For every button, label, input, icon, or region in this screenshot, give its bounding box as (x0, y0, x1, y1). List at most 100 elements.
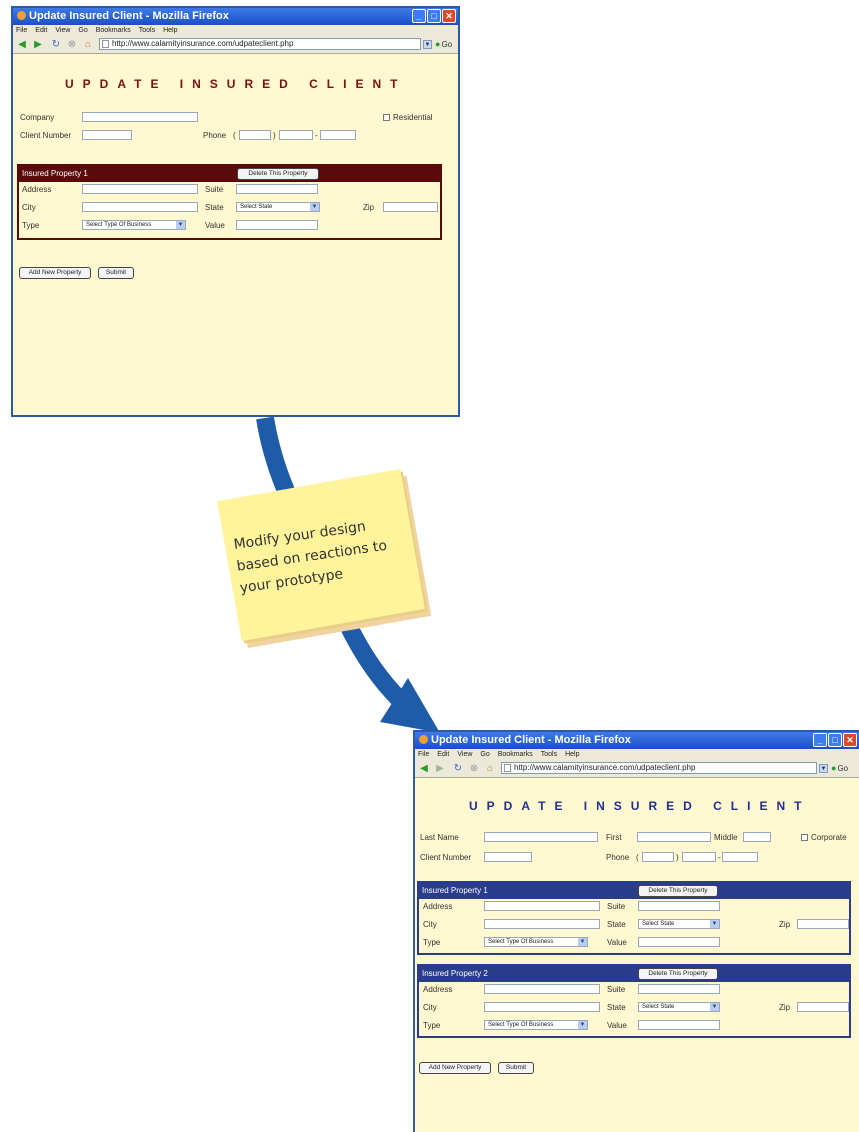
submit-button[interactable]: Submit (98, 267, 134, 279)
url-dropdown-icon[interactable]: ▼ (819, 764, 828, 774)
page-title: UPDATE INSURED CLIENT (65, 77, 407, 91)
chevron-down-icon: ▼ (176, 221, 185, 229)
menu-edit[interactable]: Edit (437, 751, 449, 758)
home-icon[interactable]: ⌂ (83, 40, 93, 50)
zip-input[interactable] (797, 1002, 849, 1012)
close-icon[interactable]: ✕ (843, 733, 857, 747)
city-label: City (423, 1003, 437, 1012)
page-icon (102, 40, 109, 48)
client-number-input[interactable] (484, 852, 532, 862)
city-label: City (423, 920, 437, 929)
middle-name-input[interactable] (743, 832, 771, 842)
phone-open-paren: ( (233, 131, 236, 140)
url-dropdown-icon[interactable]: ▼ (423, 40, 432, 50)
value-input[interactable] (638, 1020, 720, 1030)
stop-icon[interactable]: ⊗ (67, 40, 77, 50)
menu-bookmarks[interactable]: Bookmarks (96, 27, 131, 34)
url-text: http://www.calamityinsurance.com/udpatec… (514, 763, 696, 772)
delete-property-button[interactable]: Delete This Property (638, 968, 718, 980)
phone-close-paren: ) (273, 131, 276, 140)
zip-input[interactable] (797, 919, 849, 929)
forward-icon[interactable]: ▶ (33, 40, 43, 50)
property-panel-2: Insured Property 2 Delete This Property … (417, 964, 851, 1038)
value-input[interactable] (236, 220, 318, 230)
maximize-icon[interactable]: □ (828, 733, 842, 747)
minimize-icon[interactable]: _ (813, 733, 827, 747)
forward-icon[interactable]: ▶ (435, 764, 445, 774)
url-bar[interactable]: http://www.calamityinsurance.com/udpatec… (501, 762, 817, 774)
add-new-property-button[interactable]: Add New Property (19, 267, 91, 279)
state-select[interactable]: Select State ▼ (638, 919, 720, 929)
first-name-input[interactable] (637, 832, 711, 842)
phone-area-input[interactable] (642, 852, 674, 862)
go-button[interactable]: ▼ ●Go (423, 39, 452, 50)
reload-icon[interactable]: ↻ (453, 764, 463, 774)
menu-file[interactable]: File (16, 27, 27, 34)
menu-tools[interactable]: Tools (139, 27, 155, 34)
delete-property-button[interactable]: Delete This Property (638, 885, 718, 897)
menu-file[interactable]: File (418, 751, 429, 758)
close-icon[interactable]: ✕ (442, 9, 456, 23)
residential-label: Residential (393, 113, 433, 122)
suite-input[interactable] (236, 184, 318, 194)
suite-input[interactable] (638, 984, 720, 994)
company-input[interactable] (82, 112, 198, 122)
city-input[interactable] (484, 919, 600, 929)
city-label: City (22, 203, 36, 212)
last-name-input[interactable] (484, 832, 598, 842)
residential-checkbox[interactable] (383, 114, 390, 121)
city-input[interactable] (82, 202, 198, 212)
value-input[interactable] (638, 937, 720, 947)
phone-prefix-input[interactable] (279, 130, 313, 140)
delete-property-button[interactable]: Delete This Property (237, 168, 319, 180)
reload-icon[interactable]: ↻ (51, 40, 61, 50)
phone-close-paren: ) (676, 853, 679, 862)
phone-line-input[interactable] (722, 852, 758, 862)
client-number-label: Client Number (420, 853, 472, 862)
back-icon[interactable]: ◀ (17, 40, 27, 50)
menu-edit[interactable]: Edit (35, 27, 47, 34)
address-input[interactable] (484, 901, 600, 911)
address-input[interactable] (484, 984, 600, 994)
menu-go[interactable]: Go (78, 27, 87, 34)
menu-view[interactable]: View (457, 751, 472, 758)
address-input[interactable] (82, 184, 198, 194)
menu-help[interactable]: Help (565, 751, 579, 758)
client-number-input[interactable] (82, 130, 132, 140)
phone-line-input[interactable] (320, 130, 356, 140)
page-title: UPDATE INSURED CLIENT (469, 799, 811, 813)
zip-input[interactable] (383, 202, 438, 212)
suite-label: Suite (607, 902, 626, 911)
state-select[interactable]: Select State ▼ (236, 202, 320, 212)
minimize-icon[interactable]: _ (412, 9, 426, 23)
add-new-property-button[interactable]: Add New Property (419, 1062, 491, 1074)
home-icon[interactable]: ⌂ (485, 764, 495, 774)
address-label: Address (423, 985, 453, 994)
url-bar[interactable]: http://www.calamityinsurance.com/udpatec… (99, 38, 421, 50)
menu-help[interactable]: Help (163, 27, 177, 34)
stop-icon[interactable]: ⊗ (469, 764, 479, 774)
back-icon[interactable]: ◀ (419, 764, 429, 774)
window-title: Update Insured Client - Mozilla Firefox (431, 734, 631, 746)
value-label: Value (205, 221, 225, 230)
go-button[interactable]: ▼ ●Go (819, 763, 849, 774)
type-select[interactable]: Select Type Of Business ▼ (82, 220, 186, 230)
city-input[interactable] (484, 1002, 600, 1012)
go-label: Go (837, 764, 849, 773)
type-label: Type (22, 221, 40, 230)
corporate-checkbox[interactable] (801, 834, 808, 841)
submit-button[interactable]: Submit (498, 1062, 534, 1074)
state-select-value: Select State (642, 921, 675, 927)
menu-tools[interactable]: Tools (541, 751, 557, 758)
type-select[interactable]: Select Type Of Business ▼ (484, 937, 588, 947)
phone-prefix-input[interactable] (682, 852, 716, 862)
maximize-icon[interactable]: □ (427, 9, 441, 23)
menu-go[interactable]: Go (480, 751, 489, 758)
phone-area-input[interactable] (239, 130, 271, 140)
menu-bookmarks[interactable]: Bookmarks (498, 751, 533, 758)
phone-dash: - (315, 131, 318, 140)
state-select[interactable]: Select State ▼ (638, 1002, 720, 1012)
suite-input[interactable] (638, 901, 720, 911)
menu-view[interactable]: View (55, 27, 70, 34)
type-select[interactable]: Select Type Of Business ▼ (484, 1020, 588, 1030)
